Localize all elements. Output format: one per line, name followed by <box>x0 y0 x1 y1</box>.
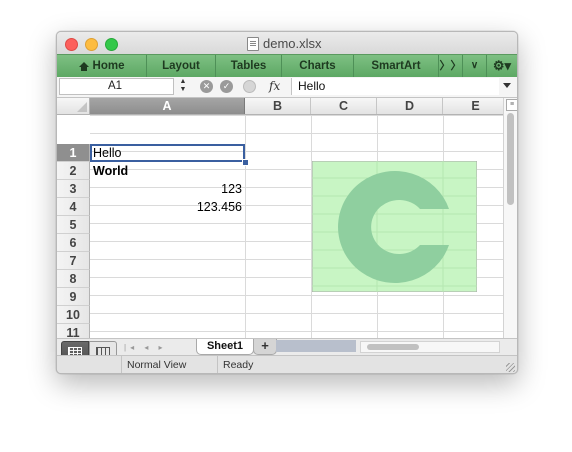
window-title-text: demo.xlsx <box>263 36 322 51</box>
tab-layout[interactable]: Layout <box>147 55 216 77</box>
add-sheet-button[interactable]: + <box>253 339 277 355</box>
row-header-6[interactable]: 6 <box>57 234 90 252</box>
x-circle-icon[interactable]: ✕ <box>200 80 213 93</box>
spreadsheet-grid[interactable]: A B C D E 1 2 3 4 5 6 7 8 9 10 11 12 13 <box>57 98 503 338</box>
column-header-b[interactable]: B <box>245 98 311 114</box>
tab-home[interactable]: Home <box>57 55 147 77</box>
cell-a3[interactable]: 123 <box>90 180 245 198</box>
name-box-stepper-icon[interactable]: ▲ ▼ <box>176 78 190 95</box>
collapse-ribbon-icon[interactable]: ∨ <box>463 55 487 77</box>
sheet-navigation-arrows[interactable]: |◂ ◂ ▸ ▸| <box>124 341 186 365</box>
name-box[interactable]: A1 <box>59 78 174 95</box>
vertical-scroll-thumb[interactable] <box>507 113 514 205</box>
inserted-image-letter-c[interactable] <box>312 161 477 292</box>
horizontal-scrollbar[interactable] <box>360 341 500 353</box>
ribbon-tab-bar: Home Layout Tables Charts SmartArt 〉〉 ∨ … <box>57 54 517 78</box>
sheet-tab-bar: |◂ ◂ ▸ ▸| Sheet1 + <box>57 338 517 365</box>
row-header-7[interactable]: 7 <box>57 252 90 270</box>
column-header-d[interactable]: D <box>377 98 443 114</box>
vertical-scrollbar[interactable]: ≡ <box>503 98 517 338</box>
title-bar: demo.xlsx <box>57 32 517 54</box>
split-view-icon[interactable]: ≡ <box>506 99 517 111</box>
resize-grip-icon[interactable] <box>506 363 515 372</box>
column-header-c[interactable]: C <box>311 98 377 114</box>
cell-a4[interactable]: 123.456 <box>90 198 245 216</box>
row-header-1[interactable]: 1 <box>57 144 90 162</box>
fill-handle[interactable] <box>242 159 249 166</box>
row-header-5[interactable]: 5 <box>57 216 90 234</box>
gear-icon[interactable]: ⚙▾ <box>487 55 517 77</box>
close-button[interactable] <box>65 38 78 51</box>
document-icon <box>247 36 259 51</box>
fx-icon[interactable]: fx <box>269 79 280 93</box>
status-view-mode: Normal View <box>121 356 216 373</box>
tab-area-filler <box>276 340 356 352</box>
grid-row-line <box>90 295 503 296</box>
home-icon <box>78 61 89 71</box>
row-header-4[interactable]: 4 <box>57 198 90 216</box>
column-header-e[interactable]: E <box>443 98 503 114</box>
zoom-button[interactable] <box>105 38 118 51</box>
status-bar: Normal View Ready <box>57 355 517 373</box>
grid-column-line <box>245 115 246 338</box>
active-cell-border <box>90 144 245 162</box>
tab-tables[interactable]: Tables <box>216 55 282 77</box>
sheet-tab-sheet1[interactable]: Sheet1 <box>196 339 254 355</box>
row-header-3[interactable]: 3 <box>57 180 90 198</box>
row-header-9[interactable]: 9 <box>57 288 90 306</box>
status-ready: Ready <box>217 356 337 373</box>
tab-charts[interactable]: Charts <box>282 55 354 77</box>
minimize-button[interactable] <box>85 38 98 51</box>
grid-row-line <box>90 133 503 134</box>
checkmark-circle-icon[interactable]: ✓ <box>220 80 233 93</box>
horizontal-scroll-thumb[interactable] <box>367 344 419 350</box>
grid-row-line <box>90 313 503 314</box>
grid-row-line <box>90 331 503 332</box>
cell-a2[interactable]: World <box>90 162 245 180</box>
grid-row-line <box>90 115 503 116</box>
window-title: demo.xlsx <box>247 36 322 51</box>
formula-input[interactable]: Hello <box>291 78 499 95</box>
calculate-icon[interactable] <box>243 80 256 93</box>
row-header-10[interactable]: 10 <box>57 306 90 324</box>
tab-smartart[interactable]: SmartArt <box>354 55 439 77</box>
tab-home-label: Home <box>92 60 125 72</box>
more-tabs-icon[interactable]: 〉〉 <box>439 55 463 77</box>
formula-bar: A1 ▲ ▼ ✕ ✓ fx Hello <box>57 77 517 98</box>
column-headers: A B C D E <box>57 98 503 115</box>
row-header-11[interactable]: 11 <box>57 324 90 338</box>
row-header-8[interactable]: 8 <box>57 270 90 288</box>
select-all-corner[interactable] <box>57 98 90 114</box>
expand-formula-bar-icon[interactable] <box>503 83 511 88</box>
column-header-a[interactable]: A <box>90 98 245 114</box>
row-header-2[interactable]: 2 <box>57 162 90 180</box>
excel-window: demo.xlsx Home Layout Tables Charts Smar… <box>56 31 518 374</box>
